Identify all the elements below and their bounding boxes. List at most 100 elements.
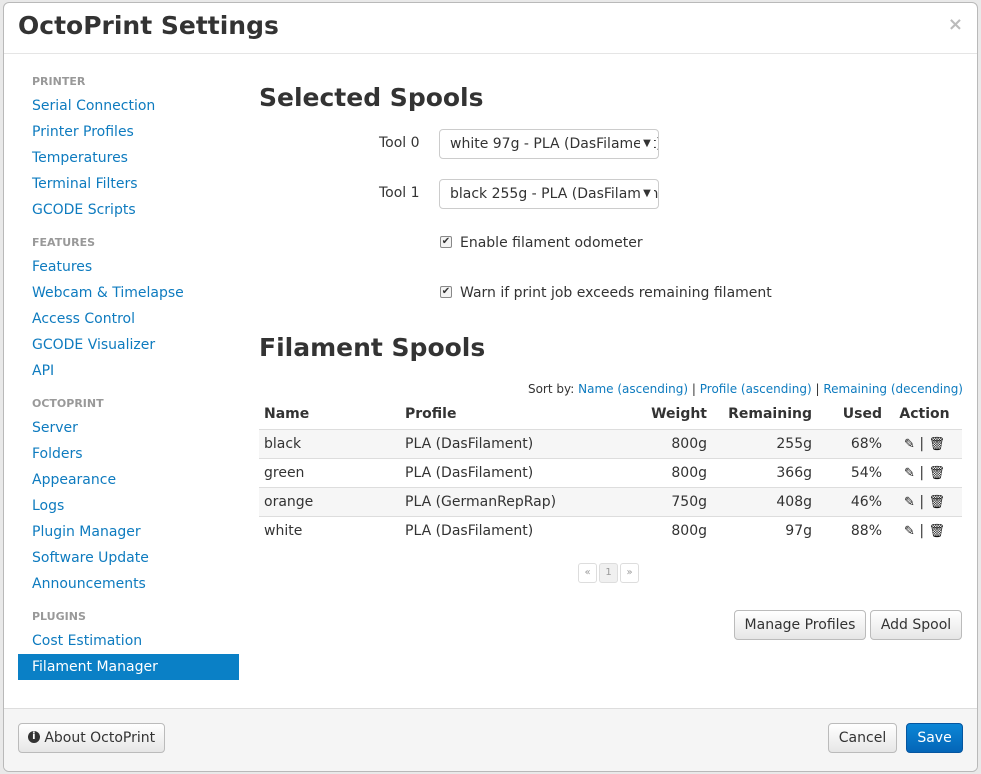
sidebar-item-features[interactable]: Features	[18, 254, 239, 280]
settings-sidebar: PRINTER Serial Connection Printer Profil…	[18, 67, 239, 680]
pagination-page[interactable]: 1	[599, 563, 618, 583]
sidebar-header-printer: PRINTER	[32, 75, 86, 88]
sidebar-item-announcements[interactable]: Announcements	[18, 571, 239, 597]
sort-bar: Sort by: Name (ascending) | Profile (asc…	[528, 382, 963, 396]
dialog-footer: i About OctoPrint Cancel Save	[4, 708, 977, 771]
sort-remaining-link[interactable]: Remaining (decending)	[823, 382, 963, 396]
sidebar-header-plugins: PLUGINS	[32, 610, 86, 623]
spool-used: 46%	[817, 487, 887, 517]
column-header-weight[interactable]: Weight	[600, 399, 712, 430]
pencil-icon[interactable]: ✎	[904, 524, 915, 539]
close-icon[interactable]: ×	[948, 14, 963, 35]
spool-weight: 750g	[600, 487, 712, 517]
odometer-label: Enable filament odometer	[460, 235, 643, 251]
spool-name: black	[259, 429, 400, 459]
spool-remaining: 408g	[712, 487, 817, 517]
save-button[interactable]: Save	[906, 723, 963, 753]
tool0-select[interactable]: white 97g - PLA (DasFilament) ▼	[439, 129, 659, 159]
sidebar-header-octoprint: OCTOPRINT	[32, 397, 104, 410]
pencil-icon[interactable]: ✎	[904, 437, 915, 452]
about-octoprint-button[interactable]: i About OctoPrint	[18, 723, 165, 753]
spool-profile: PLA (DasFilament)	[400, 458, 600, 488]
warn-label: Warn if print job exceeds remaining fila…	[460, 285, 772, 301]
sidebar-item-api[interactable]: API	[18, 358, 239, 384]
pencil-icon[interactable]: ✎	[904, 495, 915, 510]
cancel-button[interactable]: Cancel	[828, 723, 897, 753]
pagination-prev[interactable]: «	[578, 563, 597, 583]
column-header-used[interactable]: Used	[817, 399, 887, 430]
spools-table: Name Profile Weight Remaining Used Actio…	[259, 399, 962, 545]
tool1-select[interactable]: black 255g - PLA (DasFilament) ▼	[439, 179, 659, 209]
column-header-profile[interactable]: Profile	[400, 399, 600, 430]
spool-used: 54%	[817, 458, 887, 488]
spool-profile: PLA (DasFilament)	[400, 516, 600, 545]
settings-dialog: OctoPrint Settings × PRINTER Serial Conn…	[3, 2, 978, 772]
add-spool-button[interactable]: Add Spool	[870, 610, 962, 640]
spool-name: white	[259, 516, 400, 545]
spool-used: 68%	[817, 429, 887, 459]
tool1-label: Tool 1	[379, 185, 420, 201]
action-separator: |	[919, 494, 925, 510]
sidebar-item-appearance[interactable]: Appearance	[18, 467, 239, 493]
spool-remaining: 255g	[712, 429, 817, 459]
spool-profile: PLA (GermanRepRap)	[400, 487, 600, 517]
action-separator: |	[919, 465, 925, 481]
sort-separator: |	[691, 382, 696, 396]
sidebar-item-cost-estimation[interactable]: Cost Estimation	[18, 628, 239, 654]
warn-checkbox[interactable]: ✔	[440, 286, 452, 298]
spool-actions: ✎ | 🗑	[887, 429, 962, 459]
odometer-option: ✔ Enable filament odometer	[440, 235, 643, 251]
trash-icon[interactable]: 🗑	[929, 466, 946, 481]
caret-down-icon: ▼	[640, 180, 654, 208]
table-row: black PLA (DasFilament) 800g 255g 68% ✎ …	[259, 429, 962, 459]
sort-name-link[interactable]: Name (ascending)	[578, 382, 688, 396]
spool-actions: ✎ | 🗑	[887, 458, 962, 488]
filament-spools-title: Filament Spools	[259, 333, 486, 362]
sort-profile-link[interactable]: Profile (ascending)	[700, 382, 812, 396]
tool0-select-value: white 97g - PLA (DasFilament)	[450, 136, 659, 152]
trash-icon[interactable]: 🗑	[929, 524, 946, 539]
sidebar-item-printer-profiles[interactable]: Printer Profiles	[18, 119, 239, 145]
manage-profiles-button[interactable]: Manage Profiles	[734, 610, 866, 640]
pagination-next[interactable]: »	[620, 563, 639, 583]
sidebar-item-access-control[interactable]: Access Control	[18, 306, 239, 332]
tool1-select-value: black 255g - PLA (DasFilament)	[450, 186, 659, 202]
sidebar-item-serial-connection[interactable]: Serial Connection	[18, 93, 239, 119]
sidebar-item-folders[interactable]: Folders	[18, 441, 239, 467]
spool-remaining: 97g	[712, 516, 817, 545]
spool-weight: 800g	[600, 458, 712, 488]
spool-profile: PLA (DasFilament)	[400, 429, 600, 459]
info-circle-icon: i	[27, 731, 40, 743]
sort-label: Sort by:	[527, 382, 575, 396]
spool-name: orange	[259, 487, 400, 517]
sidebar-item-gcode-scripts[interactable]: GCODE Scripts	[18, 197, 239, 223]
odometer-checkbox[interactable]: ✔	[440, 236, 452, 248]
selected-spools-title: Selected Spools	[259, 83, 484, 112]
table-row: white PLA (DasFilament) 800g 97g 88% ✎ |…	[259, 516, 962, 545]
pagination: « 1 »	[578, 563, 639, 583]
caret-down-icon: ▼	[640, 130, 654, 158]
spool-remaining: 366g	[712, 458, 817, 488]
action-separator: |	[919, 523, 925, 539]
pencil-icon[interactable]: ✎	[904, 466, 915, 481]
trash-icon[interactable]: 🗑	[929, 437, 946, 452]
spool-name: green	[259, 458, 400, 488]
table-row: orange PLA (GermanRepRap) 750g 408g 46% …	[259, 487, 962, 517]
sidebar-item-gcode-visualizer[interactable]: GCODE Visualizer	[18, 332, 239, 358]
sidebar-item-plugin-manager[interactable]: Plugin Manager	[18, 519, 239, 545]
sidebar-item-temperatures[interactable]: Temperatures	[18, 145, 239, 171]
sidebar-item-logs[interactable]: Logs	[18, 493, 239, 519]
spool-actions: ✎ | 🗑	[887, 487, 962, 517]
warn-option: ✔ Warn if print job exceeds remaining fil…	[440, 285, 772, 301]
sidebar-item-terminal-filters[interactable]: Terminal Filters	[18, 171, 239, 197]
dialog-title: OctoPrint Settings	[18, 11, 279, 40]
sidebar-item-software-update[interactable]: Software Update	[18, 545, 239, 571]
sidebar-item-webcam-timelapse[interactable]: Webcam & Timelapse	[18, 280, 239, 306]
sidebar-item-filament-manager[interactable]: Filament Manager	[18, 654, 239, 680]
sidebar-item-server[interactable]: Server	[18, 415, 239, 441]
column-header-name[interactable]: Name	[259, 399, 400, 430]
column-header-remaining[interactable]: Remaining	[712, 399, 817, 430]
spool-actions: ✎ | 🗑	[887, 516, 962, 545]
action-separator: |	[919, 436, 925, 452]
trash-icon[interactable]: 🗑	[929, 495, 946, 510]
